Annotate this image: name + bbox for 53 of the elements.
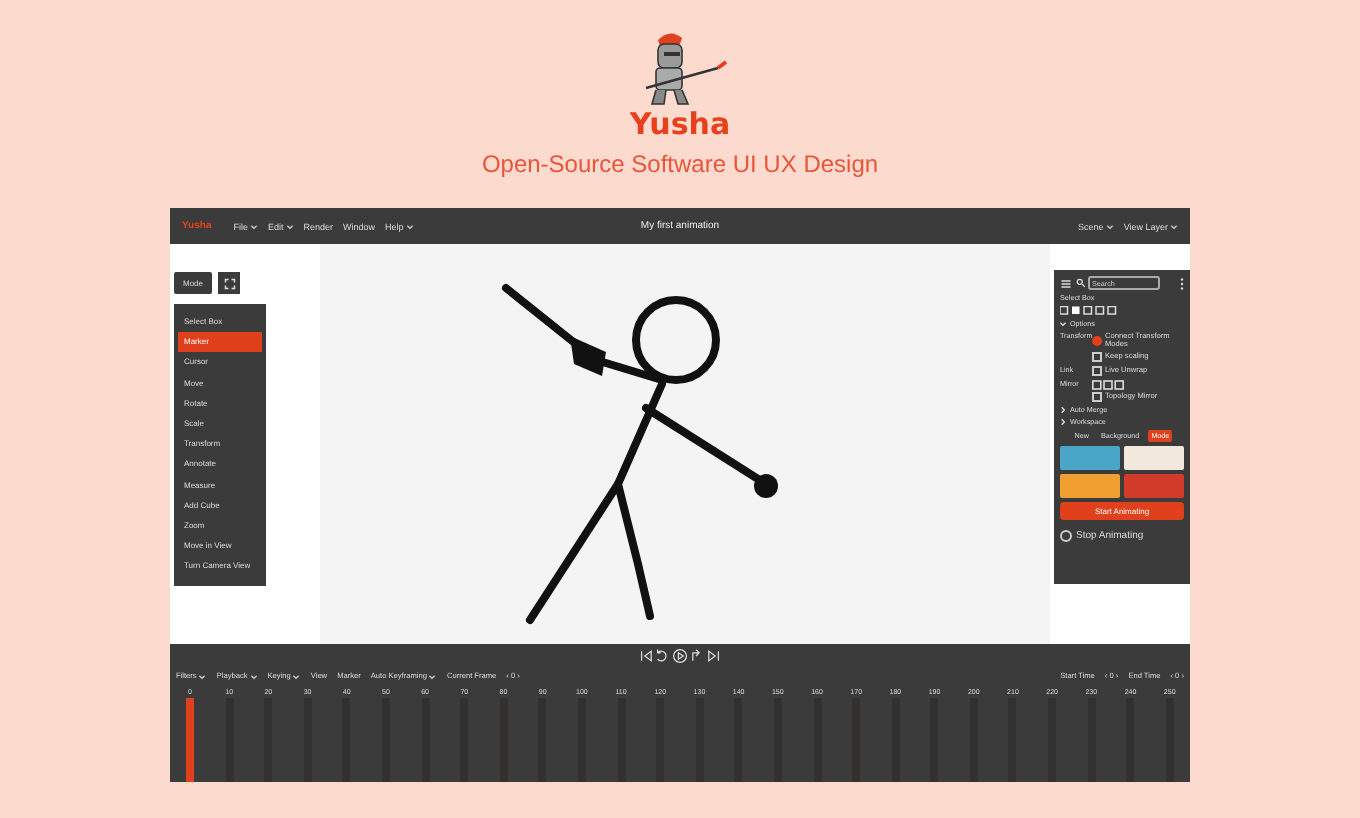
- frame-track[interactable]: [421, 698, 430, 782]
- frame-track[interactable]: [186, 698, 194, 782]
- frame-track[interactable]: [1126, 698, 1135, 782]
- frame-track[interactable]: [342, 698, 351, 782]
- frame-track[interactable]: [1165, 698, 1174, 782]
- illustration-thumbnail[interactable]: [1060, 473, 1120, 498]
- caret-icon[interactable]: [1170, 223, 1178, 229]
- frame-track[interactable]: [303, 698, 312, 782]
- expand-icon[interactable]: [218, 272, 240, 294]
- illustration-thumbnail[interactable]: [1124, 445, 1184, 470]
- checkbox[interactable]: [1092, 351, 1102, 362]
- caret-icon[interactable]: [250, 223, 258, 229]
- frame-track[interactable]: [1048, 698, 1057, 782]
- subtitle: Open-Source Software UI UX Design: [481, 148, 879, 180]
- selection-mode-icons[interactable]: [1060, 306, 1120, 316]
- illustration-thumbnail[interactable]: [1124, 473, 1184, 498]
- frame-track[interactable]: [225, 698, 234, 782]
- frame-track[interactable]: [969, 698, 978, 782]
- frame-track[interactable]: [695, 698, 704, 782]
- frame-track[interactable]: [656, 698, 665, 782]
- chevron-icon[interactable]: [1059, 321, 1067, 327]
- caret-icon[interactable]: [249, 673, 258, 679]
- frame-track[interactable]: [1087, 698, 1096, 782]
- frame-track[interactable]: [381, 698, 390, 782]
- frame-track[interactable]: [460, 698, 469, 782]
- chevron-icon[interactable]: [1060, 405, 1066, 414]
- frame-track[interactable]: [852, 698, 861, 782]
- caret-icon[interactable]: [1105, 223, 1114, 229]
- caret-icon[interactable]: [198, 673, 207, 679]
- frame-track[interactable]: [773, 698, 782, 782]
- checkbox[interactable]: [1092, 391, 1102, 402]
- checkbox[interactable]: [1092, 335, 1102, 346]
- brand-name: Yusha: [629, 108, 731, 142]
- illustration-thumbnail[interactable]: [1060, 445, 1120, 470]
- caret-icon[interactable]: [405, 223, 414, 229]
- frame-track[interactable]: [577, 698, 586, 782]
- frame-track[interactable]: [734, 698, 743, 782]
- chevron-icon[interactable]: [1060, 417, 1066, 426]
- frame-track[interactable]: [617, 698, 626, 782]
- frame-track[interactable]: [499, 698, 508, 782]
- frame-track[interactable]: [264, 698, 273, 782]
- search-icon: [1076, 278, 1086, 288]
- caret-icon[interactable]: [292, 673, 301, 679]
- caret-icon[interactable]: [428, 673, 437, 679]
- frame-track[interactable]: [891, 698, 900, 782]
- frame-track[interactable]: [538, 698, 547, 782]
- mirror-axis-icons[interactable]: [1092, 379, 1124, 390]
- frame-track[interactable]: [1008, 698, 1017, 782]
- checkbox[interactable]: [1092, 365, 1102, 376]
- transport-controls-icons[interactable]: [640, 648, 720, 664]
- frame-track[interactable]: [930, 698, 939, 782]
- caret-icon[interactable]: [285, 223, 294, 229]
- radio-button[interactable]: [1060, 529, 1072, 542]
